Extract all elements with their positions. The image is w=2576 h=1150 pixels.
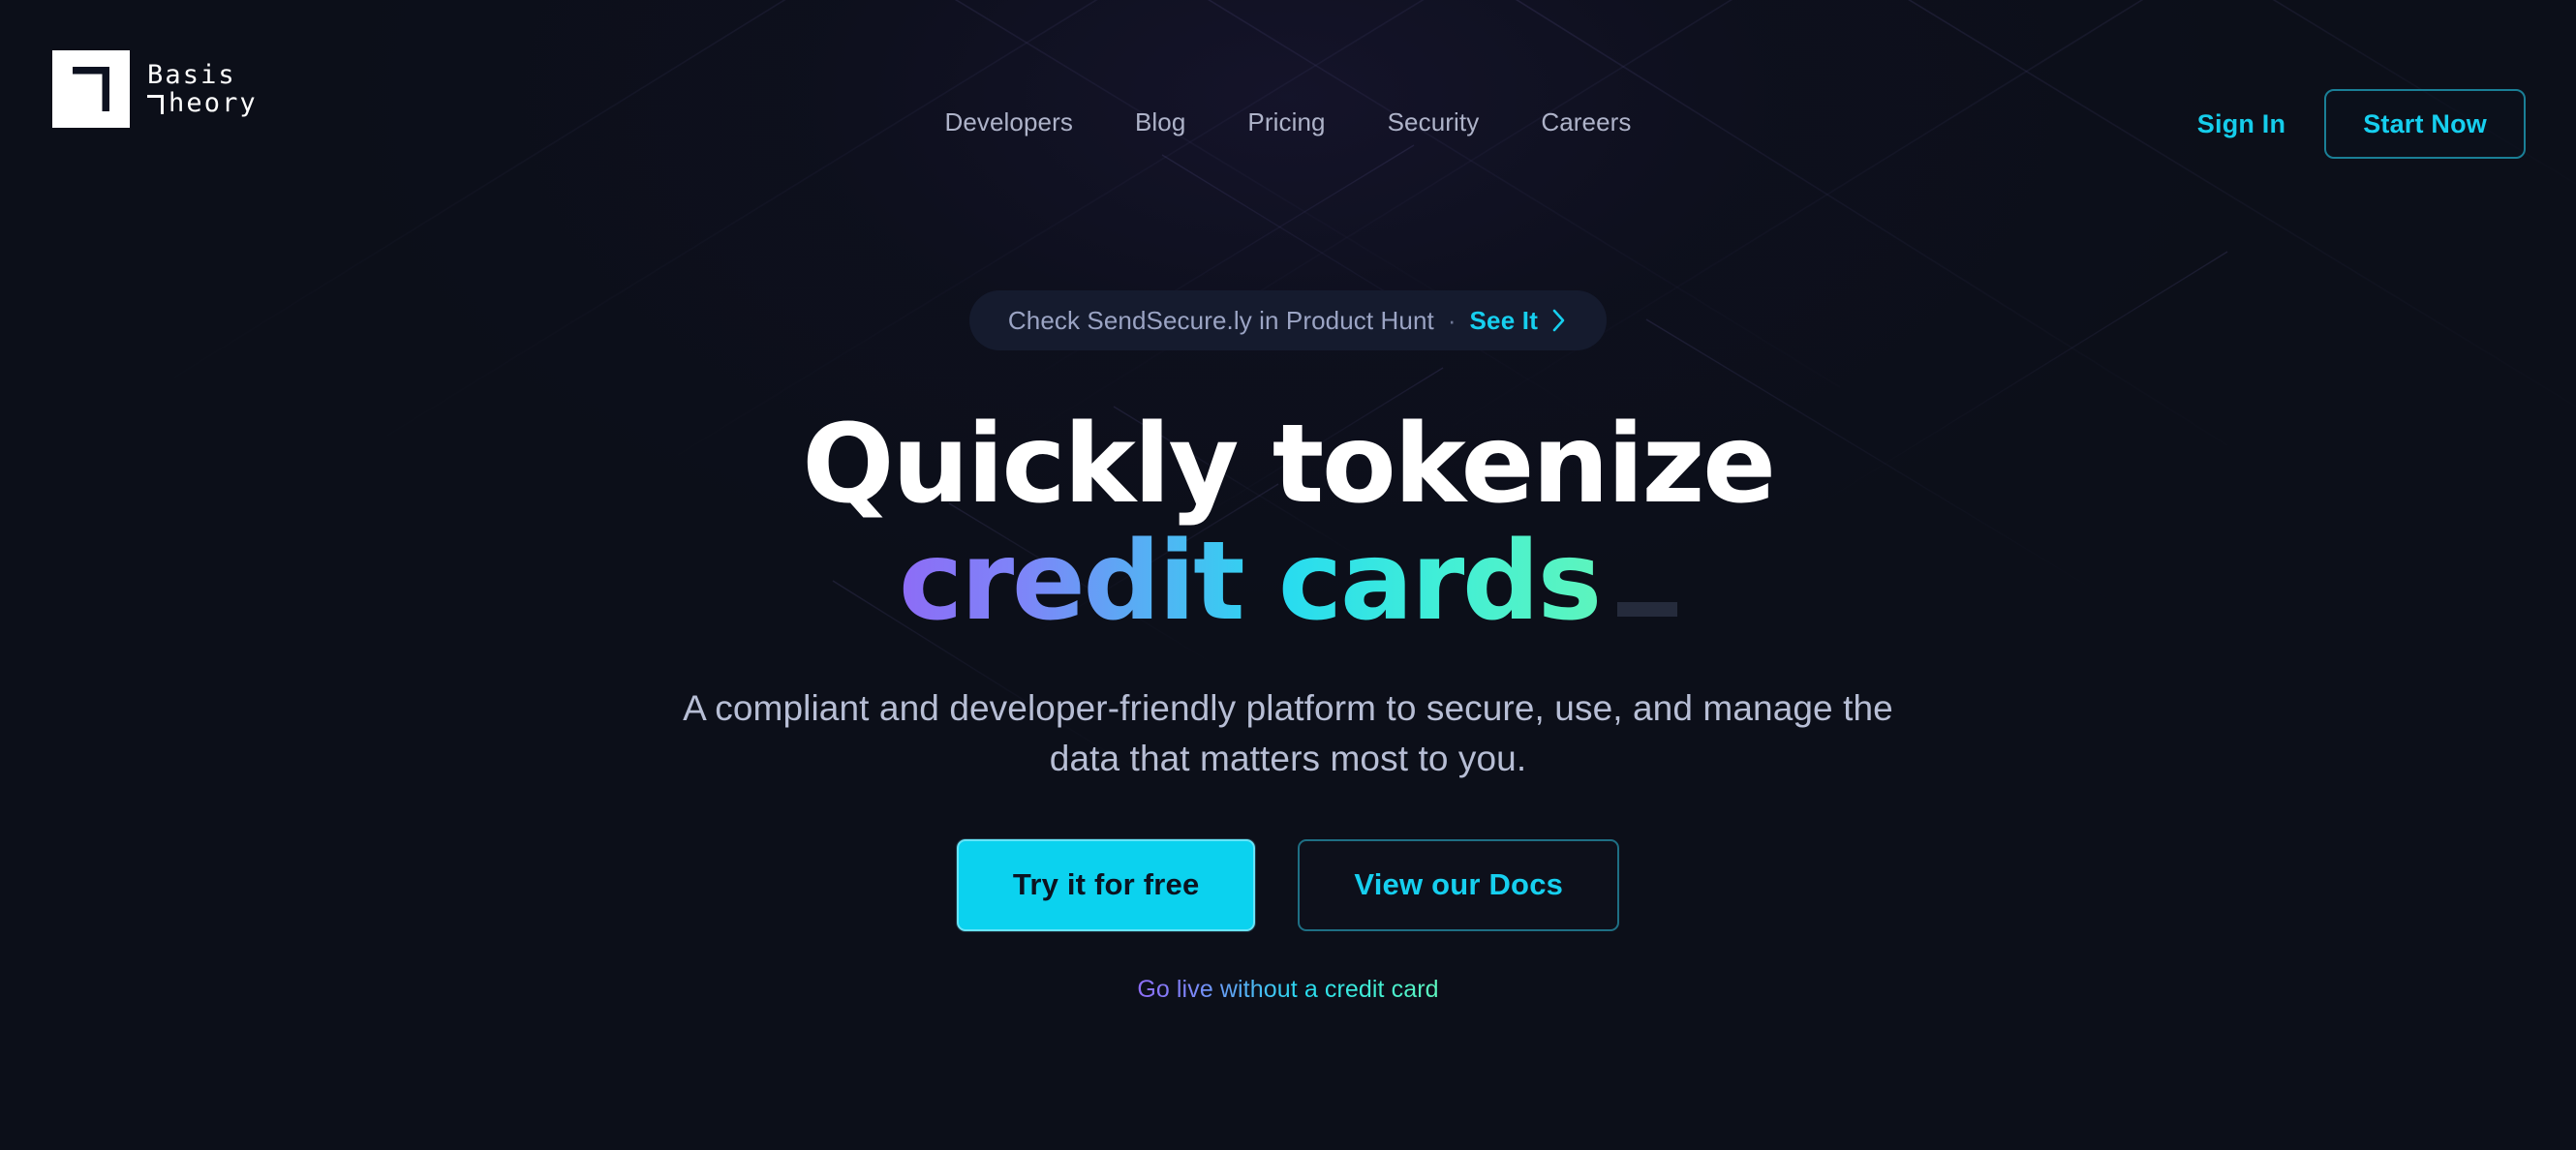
brand-line-1: Basis: [147, 59, 236, 90]
basis-theory-logo-icon: [52, 50, 130, 128]
hero-headline-line-1: Quickly tokenize: [802, 402, 1776, 528]
hero-headline-line-2: credit cards: [899, 518, 1677, 645]
hero-cta-group: Try it for free View our Docs: [956, 838, 1620, 931]
chevron-right-icon: [1551, 308, 1568, 333]
brand-line-2-text: heory: [169, 88, 258, 118]
hero-section: Check SendSecure.ly in Product Hunt · Se…: [0, 290, 2576, 1004]
brand-logo[interactable]: Basis heory: [52, 50, 258, 128]
try-it-for-free-button[interactable]: Try it for free: [956, 838, 1256, 931]
sign-in-link[interactable]: Sign In: [2197, 109, 2285, 139]
brand-t-mark-icon: [147, 94, 165, 114]
announcement-banner[interactable]: Check SendSecure.ly in Product Hunt · Se…: [968, 290, 1608, 350]
hero-headline: Quickly tokenize credit cards: [802, 402, 1776, 645]
typing-caret: [1616, 601, 1677, 617]
hero-subtitle: A compliant and developer-friendly platf…: [683, 687, 1893, 779]
nav-item-developers[interactable]: Developers: [940, 102, 1077, 143]
nav-item-careers[interactable]: Careers: [1537, 102, 1635, 143]
nav-item-security[interactable]: Security: [1384, 102, 1484, 143]
brand-wordmark: Basis heory: [147, 61, 258, 117]
go-live-note-link[interactable]: Go live without a credit card: [1137, 976, 1438, 1004]
hero-headline-gradient-text: credit cards: [899, 518, 1602, 645]
nav-item-blog[interactable]: Blog: [1131, 102, 1189, 143]
announcement-cta-label: See It: [1469, 305, 1539, 335]
landing-page: Basis heory Developers Blog Pricing Secu…: [0, 0, 2576, 1150]
header-actions: Sign In Start Now: [2197, 89, 2526, 159]
start-now-button[interactable]: Start Now: [2324, 89, 2526, 159]
view-our-docs-button[interactable]: View our Docs: [1298, 838, 1620, 931]
announcement-separator: ·: [1447, 305, 1457, 335]
nav-item-pricing[interactable]: Pricing: [1243, 102, 1329, 143]
site-header: Basis heory Developers Blog Pricing Secu…: [0, 0, 2576, 259]
main-navigation: Developers Blog Pricing Security Careers: [940, 102, 1635, 143]
brand-line-2: heory: [147, 89, 258, 117]
announcement-text: Check SendSecure.ly in Product Hunt: [1007, 305, 1434, 335]
